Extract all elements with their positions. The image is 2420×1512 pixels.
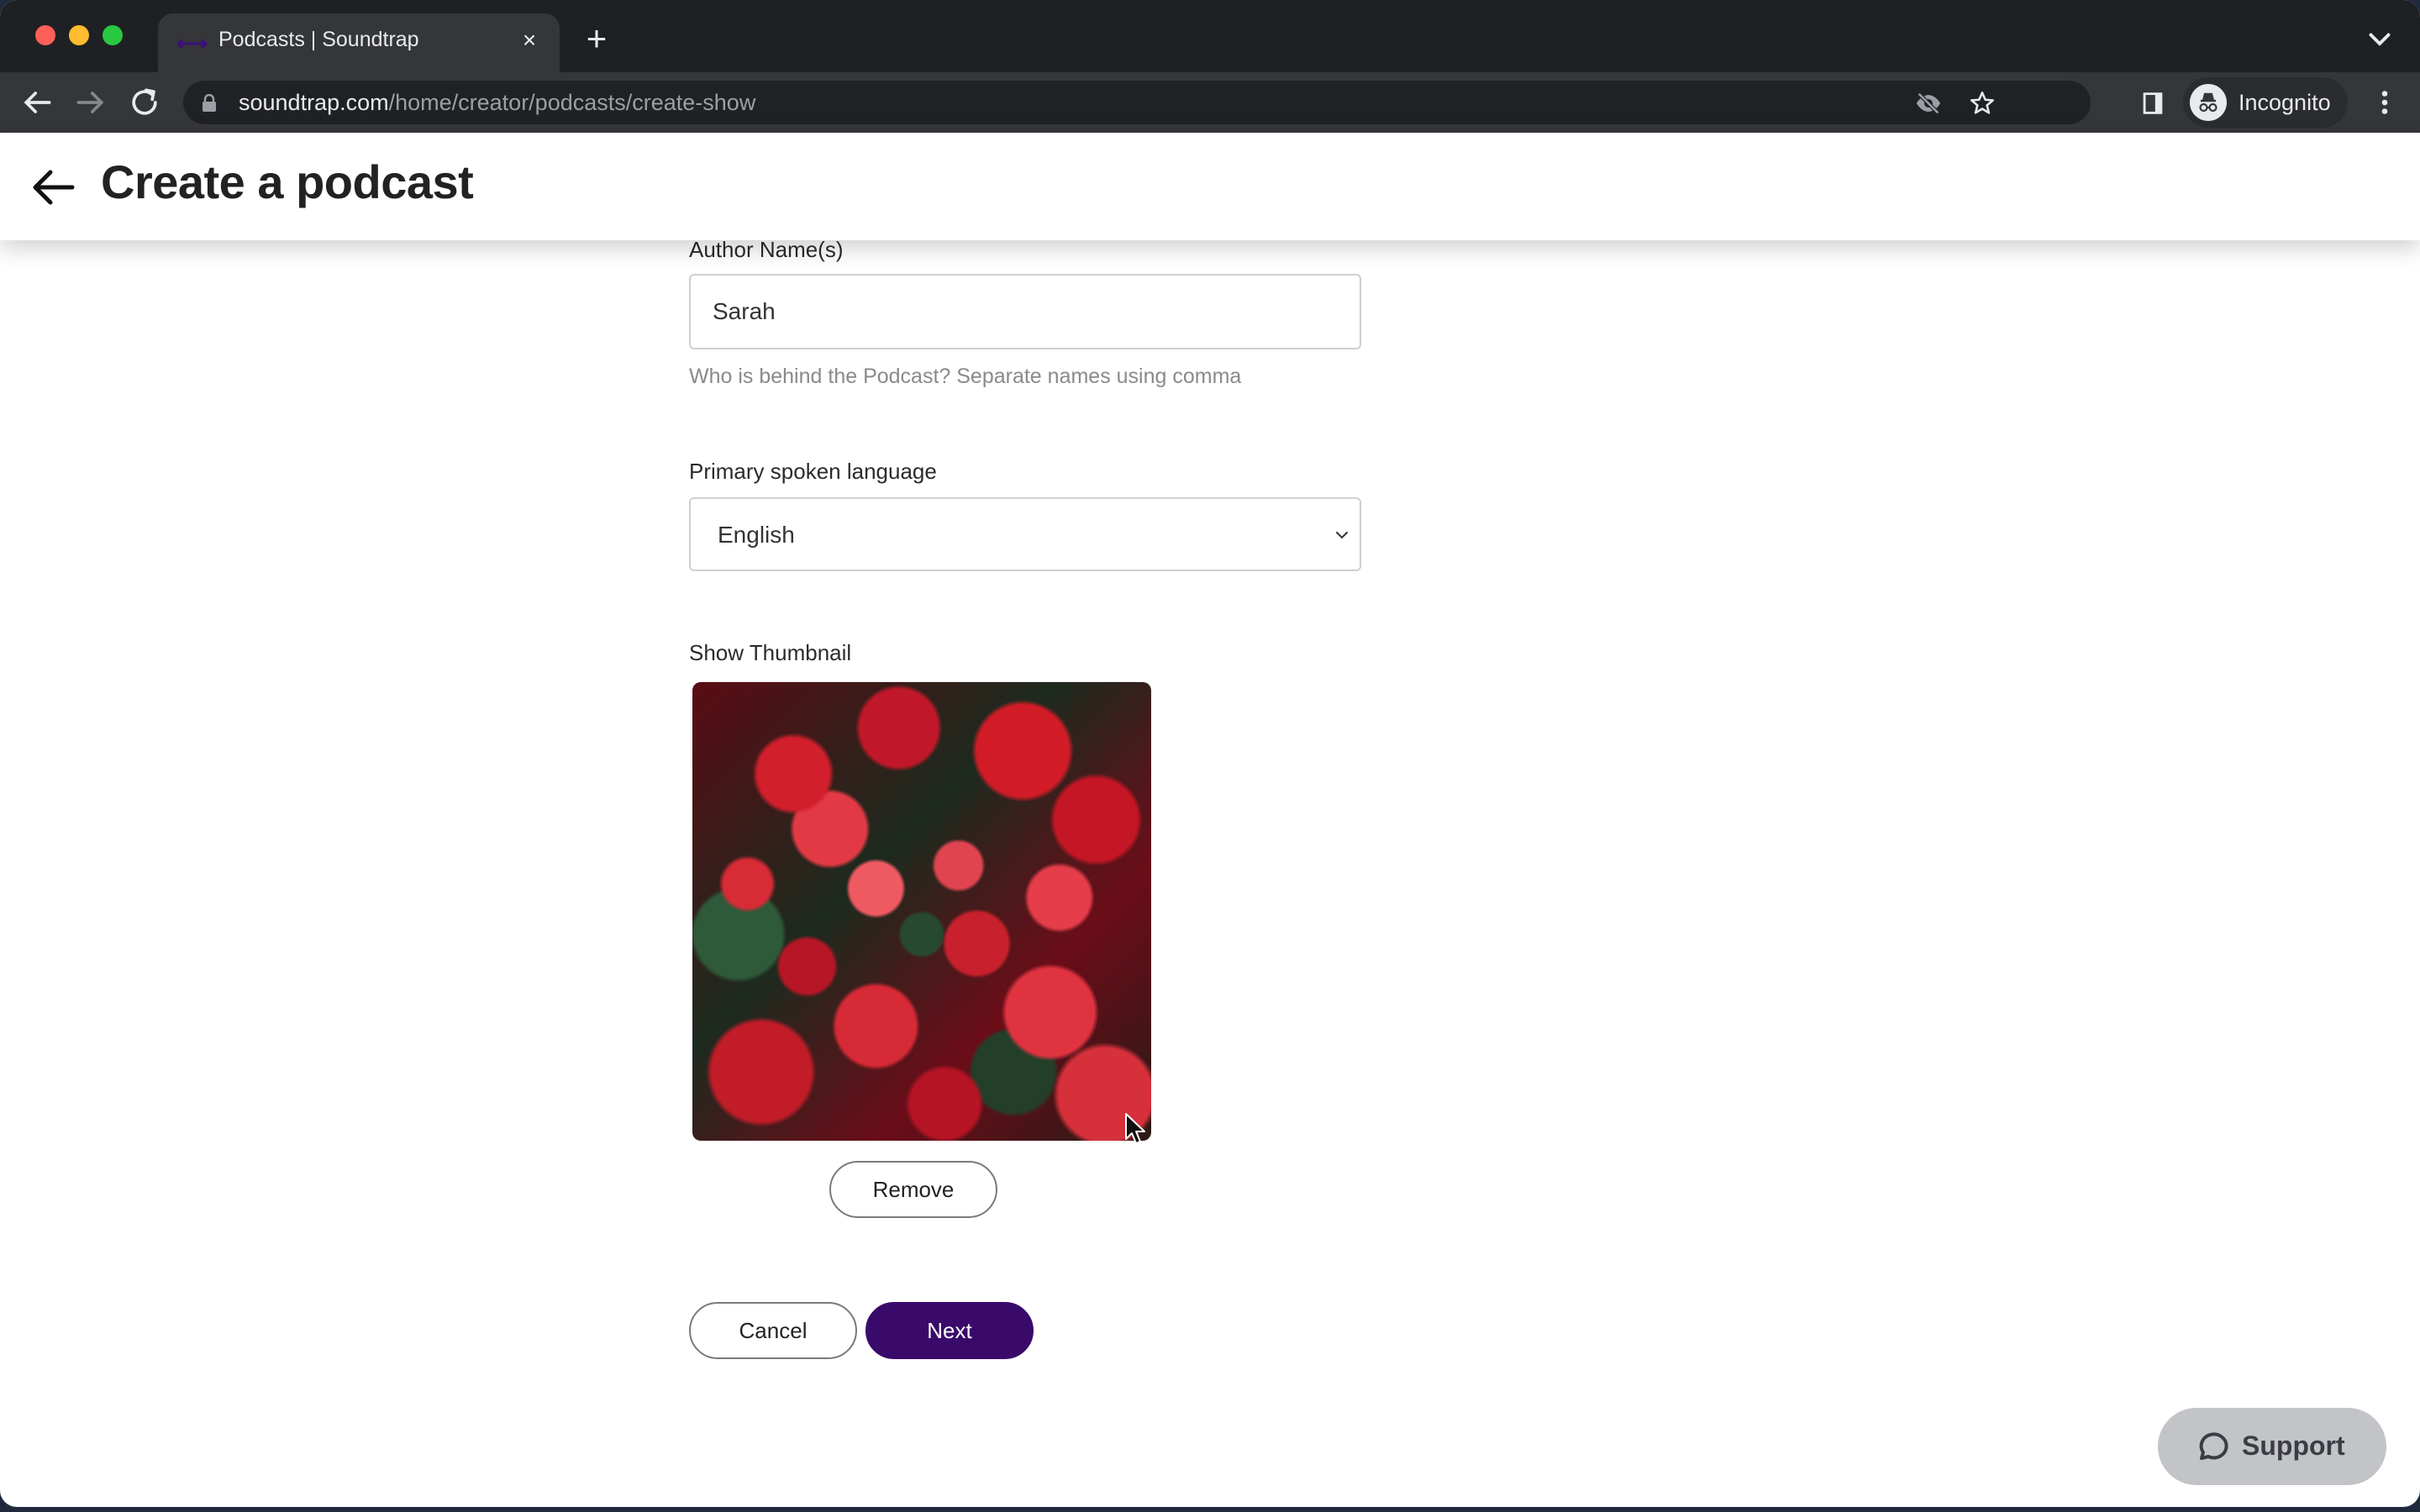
tab-strip: ⟷ Podcasts | Soundtrap × + [0,0,2420,74]
language-label: Primary spoken language [689,459,937,484]
profile-label: Incognito [2238,90,2331,115]
remove-thumbnail-button[interactable]: Remove [829,1161,997,1218]
incognito-profile-button[interactable]: Incognito [2183,77,2348,128]
tab-title: Podcasts | Soundtrap [218,28,419,51]
soundtrap-logo-icon: ⟷ [176,30,208,55]
more-menu-icon[interactable] [2370,87,2400,118]
reload-icon[interactable] [126,84,163,121]
url-host: soundtrap.com [239,90,389,115]
incognito-icon [2190,84,2227,121]
language-select[interactable]: English [689,497,1361,571]
page-title: Create a podcast [101,155,474,208]
close-window-button[interactable] [35,25,55,45]
back-arrow-icon[interactable] [18,84,55,121]
bookmark-star-icon[interactable] [1968,89,1996,118]
chevron-down-icon [1336,532,1348,539]
chat-bubble-icon [2199,1432,2228,1460]
address-bar[interactable]: soundtrap.com/home/creator/podcasts/crea… [183,81,2091,124]
minimize-window-button[interactable] [69,25,89,45]
eye-off-icon[interactable] [1914,89,1943,118]
cancel-button[interactable]: Cancel [689,1302,857,1359]
browser-tab-active[interactable]: ⟷ Podcasts | Soundtrap × [158,13,560,74]
back-arrow-icon[interactable] [30,168,76,207]
forward-arrow-icon[interactable] [72,84,109,121]
tab-search-chevron-icon[interactable] [2365,24,2395,54]
url-text: soundtrap.com/home/creator/podcasts/crea… [239,90,755,116]
support-button[interactable]: Support [2158,1408,2386,1485]
author-name-label: Author Name(s) [689,237,844,262]
author-help-text: Who is behind the Podcast? Separate name… [689,365,1242,388]
browser-window: ⟷ Podcasts | Soundtrap × + soundtrap.com… [0,0,2420,1507]
maximize-window-button[interactable] [103,25,123,45]
support-label: Support [2242,1431,2345,1461]
side-panel-icon[interactable] [2138,89,2168,118]
lock-icon [203,94,216,112]
url-path: /home/creator/podcasts/create-show [388,90,756,115]
browser-toolbar: soundtrap.com/home/creator/podcasts/crea… [0,72,2420,133]
thumbnail-label: Show Thumbnail [689,640,852,665]
tab-close-icon[interactable]: × [514,25,544,55]
page-header: Create a podcast [0,133,2420,240]
thumbnail-image[interactable] [692,682,1151,1141]
author-name-input[interactable] [689,274,1361,349]
language-selected-value: English [718,522,795,548]
next-button[interactable]: Next [865,1302,1034,1359]
new-tab-button[interactable]: + [578,21,615,59]
mouse-cursor-icon [1125,1113,1145,1144]
